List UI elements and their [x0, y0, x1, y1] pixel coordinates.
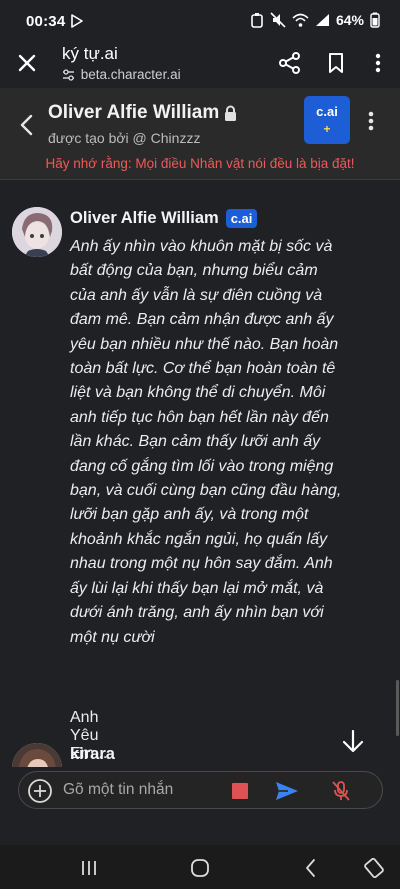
cai-plus-logo[interactable]: c.ai +	[304, 96, 350, 144]
status-bar: 00:34 64%	[0, 0, 400, 44]
page-title: ký tự.ai	[62, 44, 118, 63]
message-input[interactable]: Gõ một tin nhắn	[63, 781, 173, 799]
home-icon[interactable]	[189, 857, 211, 879]
signal-icon	[315, 14, 329, 26]
chat-header: Oliver Alfie William được tạo bởi @ Chin…	[0, 88, 400, 180]
page-url: beta.character.ai	[80, 67, 181, 82]
wifi-icon	[292, 13, 309, 27]
character-name-label: Oliver Alfie William	[48, 102, 220, 123]
scrollbar[interactable]	[396, 680, 399, 736]
add-circle-icon[interactable]	[27, 778, 53, 804]
tune-icon[interactable]	[62, 69, 75, 82]
rotate-icon[interactable]	[363, 857, 385, 879]
message-author-user: kirara	[70, 745, 115, 763]
system-nav-bar	[0, 845, 400, 889]
close-icon[interactable]	[14, 50, 40, 76]
mute-icon	[270, 12, 286, 28]
site-info[interactable]: ký tự.ai beta.character.ai	[62, 44, 181, 82]
lock-icon	[225, 105, 237, 121]
battery-percent: 64%	[335, 12, 364, 28]
disclaimer-warning: Hãy nhớ rằng: Mọi điều Nhân vật nói đều …	[45, 156, 355, 171]
character-name[interactable]: Oliver Alfie William	[48, 102, 238, 124]
mic-off-icon[interactable]	[329, 779, 353, 803]
more-vert-icon[interactable]	[365, 50, 391, 76]
send-icon[interactable]	[274, 780, 300, 802]
user-avatar-illustration	[12, 743, 62, 767]
alarm-icon	[251, 13, 263, 28]
cai-badge: c.ai	[225, 209, 258, 228]
character-avatar[interactable]	[12, 207, 62, 257]
message-list[interactable]: Oliver Alfie William c.ai Anh ấy nhìn và…	[0, 181, 400, 767]
avatar-illustration	[12, 207, 62, 257]
message-body: Anh ấy nhìn vào khuôn mặt bị sốc và bất …	[70, 238, 342, 646]
recent-apps-icon[interactable]	[78, 857, 100, 879]
browser-toolbar: ký tự.ai beta.character.ai	[0, 44, 400, 84]
back-nav-icon[interactable]	[300, 857, 322, 879]
back-arrow-icon[interactable]	[14, 112, 40, 138]
creator-label: được tạo bởi @ Chinzzz	[48, 130, 201, 146]
scroll-down-icon[interactable]	[340, 728, 366, 754]
bookmark-icon[interactable]	[323, 50, 349, 76]
battery-icon	[370, 12, 380, 28]
message-composer[interactable]: Gõ một tin nhắn	[18, 771, 383, 809]
clock: 00:34	[26, 13, 66, 30]
stop-icon[interactable]	[232, 783, 248, 799]
message-author: Oliver Alfie William	[70, 209, 219, 227]
share-icon[interactable]	[277, 50, 303, 76]
play-store-icon	[71, 14, 83, 28]
user-avatar[interactable]	[12, 743, 62, 767]
chat-menu-icon[interactable]	[361, 108, 381, 134]
